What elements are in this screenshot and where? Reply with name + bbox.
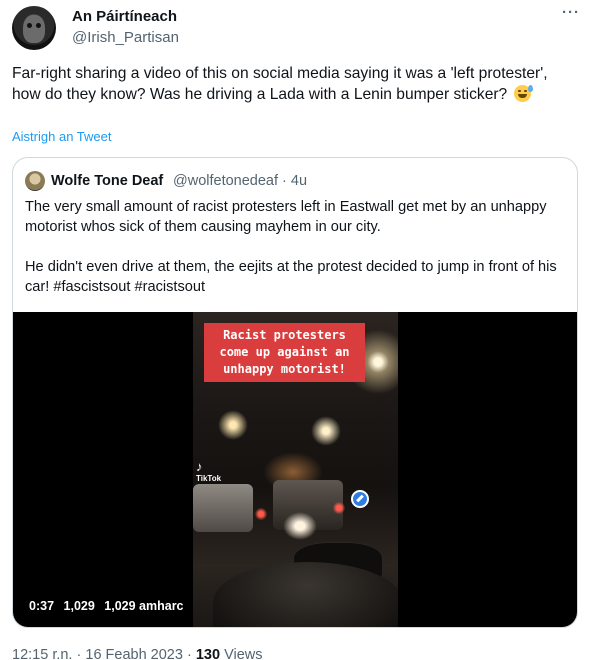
- car-hood: [213, 562, 398, 627]
- banner-line-2: come up against an: [219, 345, 350, 359]
- views-count[interactable]: 130: [196, 647, 220, 660]
- tweet-time[interactable]: 12:15 r.n.: [12, 647, 72, 660]
- video-duration: 0:37: [29, 599, 55, 613]
- quote-author-avatar: [25, 171, 45, 191]
- video-views-label: 1,029 amharc: [104, 599, 184, 613]
- footer-separator-2: ·: [186, 647, 192, 660]
- quote-time: 4u: [290, 173, 308, 189]
- banner-line-1: Racist protesters: [223, 328, 346, 342]
- more-horizontal-icon[interactable]: ···: [561, 5, 581, 24]
- navigation-arrow-icon: [351, 490, 369, 508]
- quoted-tweet[interactable]: Wolfe Tone Deaf @wolfetonedeaf · 4u The …: [12, 157, 578, 628]
- tweet-body: Far-right sharing a video of this on soc…: [12, 65, 548, 103]
- quote-author-handle: @wolfetonedeaf: [173, 173, 279, 189]
- tiktok-watermark: ♪ TikTok: [196, 460, 221, 484]
- banner-line-3: unhappy motorist!: [223, 362, 346, 376]
- author-handle[interactable]: @Irish_Partisan: [72, 28, 179, 48]
- tweet-header: An Páirtíneach @Irish_Partisan ···: [12, 5, 581, 50]
- video-player[interactable]: Racist protesters come up against an unh…: [13, 312, 577, 627]
- translate-tweet-link[interactable]: Aistrigh an Tweet: [12, 129, 111, 145]
- author-display-name[interactable]: An Páirtíneach: [72, 7, 179, 27]
- author-avatar[interactable]: [12, 6, 56, 50]
- tweet-text: Far-right sharing a video of this on soc…: [12, 64, 572, 105]
- tiktok-label: TikTok: [196, 474, 222, 483]
- tiktok-icon: ♪: [196, 459, 203, 474]
- video-caption-banner: Racist protesters come up against an unh…: [204, 323, 365, 382]
- author-names[interactable]: An Páirtíneach @Irish_Partisan: [72, 7, 179, 48]
- quote-author-meta: @wolfetonedeaf · 4u: [173, 172, 307, 190]
- video-views: 1,029: [63, 599, 95, 613]
- video-stats: 0:37 1,029 1,029 amharc: [29, 598, 190, 614]
- quote-paragraph-2: He didn't even drive at them, the eejits…: [25, 259, 557, 295]
- quote-paragraph-1: The very small amount of racist proteste…: [25, 199, 547, 235]
- quote-separator: ·: [282, 173, 287, 189]
- footer-separator: ·: [76, 647, 82, 660]
- video-frame: Racist protesters come up against an unh…: [193, 312, 398, 627]
- quote-text: The very small amount of racist proteste…: [25, 197, 565, 317]
- tweet-footer: 12:15 r.n. · 16 Feabh 2023 · 130 Views: [12, 646, 263, 660]
- tweet-date[interactable]: 16 Feabh 2023: [85, 647, 183, 660]
- views-label: Views: [224, 647, 263, 660]
- sweat-smile-emoji-icon: [513, 84, 533, 102]
- quote-author-display-name: Wolfe Tone Deaf: [51, 173, 164, 189]
